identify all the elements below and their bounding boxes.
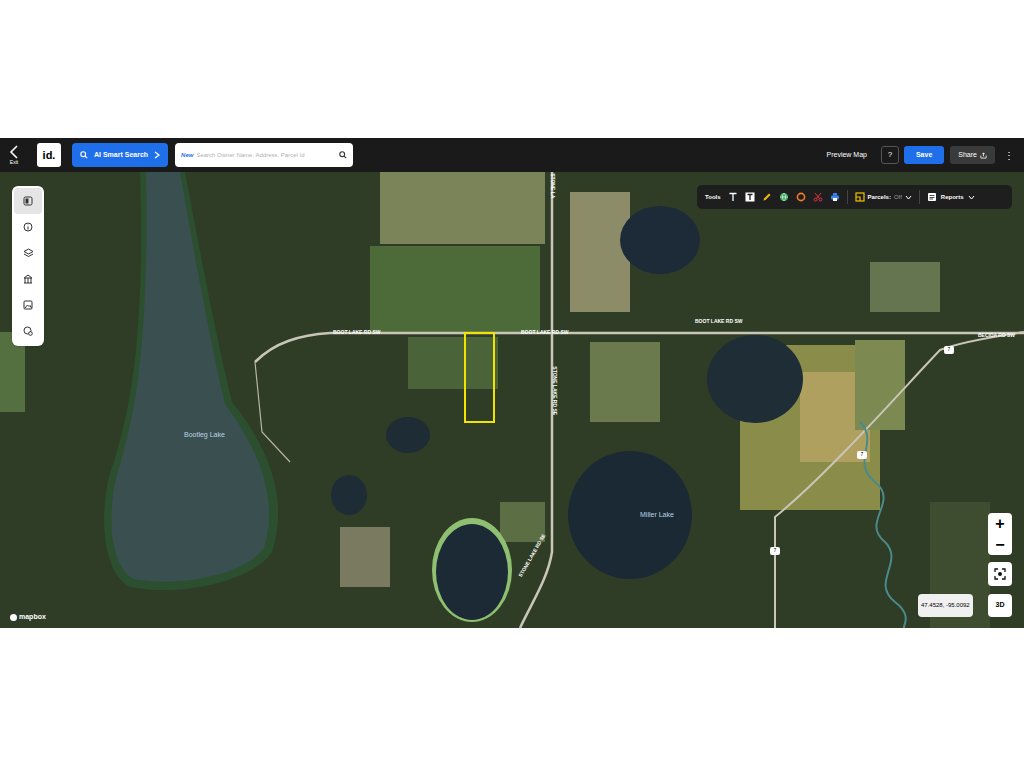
lake-label: Miller Lake [640, 510, 674, 521]
printer-icon[interactable] [830, 192, 840, 202]
info-icon [23, 222, 33, 232]
parcel-outline[interactable] [465, 333, 494, 422]
parcels-value: Off [894, 193, 902, 202]
zoom-controls: + − [988, 513, 1012, 555]
layer-settings-icon [23, 326, 33, 336]
globe-icon[interactable] [779, 192, 789, 202]
divider [919, 190, 920, 204]
route-shield: 7 [944, 346, 954, 354]
ai-search-label: AI Smart Search [94, 150, 148, 161]
text-box-icon[interactable] [745, 192, 755, 202]
parcels-label: Parcels: [868, 193, 891, 202]
lake-label: Bootleg Lake [184, 430, 225, 441]
map-canvas[interactable]: BOOT LAKE RD SW BOOT LAKE RD SW BOOT LAK… [0, 172, 1024, 628]
mapbox-attribution[interactable]: mapbox [10, 612, 46, 623]
preview-map-button[interactable]: Preview Map [826, 150, 866, 161]
text-icon[interactable] [728, 192, 738, 202]
image-icon [23, 300, 33, 310]
road-label: BOOT LAKE RD SW [521, 329, 569, 337]
search-field[interactable]: New [175, 143, 353, 167]
road-label: BOOT LAKE RD SW [333, 329, 381, 337]
left-tool-panel [12, 186, 44, 346]
share-icon [980, 152, 987, 159]
imagery-button[interactable] [14, 292, 42, 318]
pencil-icon[interactable] [762, 192, 772, 202]
exit-button[interactable]: Exit [6, 145, 22, 165]
chevron-down-icon [905, 195, 912, 200]
new-badge: New [181, 151, 193, 160]
focus-icon [994, 568, 1006, 580]
tools-panel: Tools Parcels: Off Reports [697, 185, 1012, 209]
back-icon [9, 145, 19, 159]
chevron-down-icon [968, 195, 975, 200]
search-icon [80, 151, 88, 159]
coordinates-display: 47.4528, -95.0092 [918, 594, 973, 617]
road-label: STONE LA [549, 173, 557, 198]
reports-menu[interactable]: Reports [927, 192, 975, 202]
scissors-icon[interactable] [813, 192, 823, 202]
search-input[interactable] [196, 151, 336, 160]
route-shield: 7 [770, 547, 780, 555]
tools-label: Tools [705, 193, 721, 202]
buildings-button[interactable] [14, 266, 42, 292]
circle-tool-icon[interactable] [796, 192, 806, 202]
layers-icon [23, 248, 34, 258]
report-icon [927, 192, 937, 202]
share-label: Share [958, 150, 977, 161]
help-button[interactable]: ? [881, 146, 899, 164]
logo[interactable]: id. [37, 143, 61, 167]
exit-label: Exit [10, 159, 18, 165]
layers-button[interactable] [14, 240, 42, 266]
bottom-margin [0, 628, 1024, 768]
route-shield: 7 [857, 451, 867, 459]
info-button[interactable] [14, 214, 42, 240]
road-label: STONE LAKE RD SE [551, 366, 559, 415]
mapbox-logo-icon [10, 614, 17, 621]
locate-button[interactable] [988, 562, 1012, 586]
parcel-icon [855, 192, 865, 202]
divider [847, 190, 848, 204]
share-button[interactable]: Share [950, 146, 995, 164]
app-toolbar: Exit id. AI Smart Search New Preview Map… [0, 138, 1024, 172]
panel-button[interactable] [14, 188, 42, 214]
satellite-map [0, 172, 1024, 628]
road-label: BOOT LAKE RD SW [695, 318, 743, 326]
reports-label: Reports [941, 193, 964, 202]
sidebar-icon [23, 196, 33, 206]
save-button[interactable]: Save [904, 146, 944, 164]
search-icon [339, 151, 347, 159]
top-margin [0, 0, 1024, 138]
parcels-toggle[interactable]: Parcels: Off [855, 192, 912, 202]
zoom-out-button[interactable]: − [988, 534, 1012, 555]
building-icon [23, 274, 33, 284]
attribution-label: mapbox [19, 612, 46, 623]
road-label: BECIDA RD SW [978, 332, 1015, 340]
3d-button[interactable]: 3D [988, 594, 1012, 617]
zoom-in-button[interactable]: + [988, 513, 1012, 534]
settings-button[interactable] [14, 318, 42, 344]
more-button[interactable]: ⋮ [1004, 148, 1014, 163]
chevron-right-icon [154, 151, 160, 159]
ai-search-button[interactable]: AI Smart Search [72, 143, 168, 167]
